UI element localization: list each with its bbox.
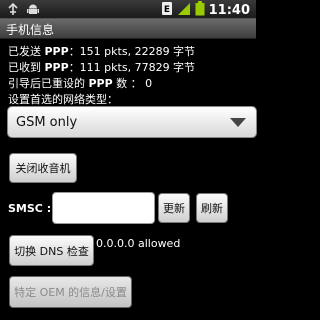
smsc-input[interactable] — [52, 192, 155, 224]
sim-icon: E — [161, 1, 173, 20]
ppp-sent-value: ：151 pkts, 22289 字节 — [68, 45, 196, 58]
refresh-button[interactable]: 刷新 — [196, 193, 228, 223]
ppp-sent-label: 已发送 — [8, 45, 45, 58]
radio-off-button[interactable]: 关闭收音机 — [9, 153, 77, 183]
page-title: 手机信息 — [6, 23, 55, 37]
status-bar: E 11:40 — [0, 0, 256, 19]
network-type-label: 设置首选的网络类型： — [8, 93, 118, 106]
ppp-received-label: 已收到 — [8, 61, 45, 74]
ppp-received-value: ：111 pkts, 77829 字节 — [68, 61, 196, 74]
ppp-received-line: 已收到 PPP：111 pkts, 77829 字节 — [8, 59, 195, 75]
dns-check-toggle-button[interactable]: 切换 DNS 检查 — [9, 235, 94, 266]
dropdown-arrow-icon — [230, 118, 246, 127]
ppp-reset-key: PPP — [88, 77, 113, 90]
network-type-spinner[interactable]: GSM only — [7, 106, 257, 138]
sim-glyph: E — [164, 5, 170, 15]
ppp-reset-line: 引导后已重设的 PPP 数 ： 0 — [8, 75, 152, 91]
ppp-sent-key: PPP — [44, 45, 69, 58]
ppp-reset-value: 数 ： 0 — [112, 77, 153, 90]
update-button[interactable]: 更新 — [158, 193, 190, 223]
title-bar: 手机信息 — [0, 19, 256, 39]
ppp-sent-line: 已发送 PPP：151 pkts, 22289 字节 — [8, 43, 195, 59]
battery-icon — [195, 1, 205, 20]
network-type-value: GSM only — [16, 115, 78, 130]
clock: 11:40 — [208, 2, 250, 18]
ppp-reset-label: 引导后已重设的 — [8, 77, 89, 90]
dns-status: 0.0.0.0 allowed — [96, 237, 181, 250]
signal-icon — [177, 1, 191, 20]
smsc-label: SMSC : — [8, 202, 52, 215]
ppp-received-key: PPP — [44, 61, 69, 74]
oem-info-button[interactable]: 特定 OEM 的信息/设置 — [9, 276, 132, 308]
